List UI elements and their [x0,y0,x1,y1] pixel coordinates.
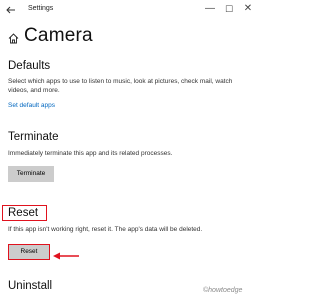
reset-heading: Reset [8,207,39,219]
terminate-button[interactable]: Terminate [8,166,54,182]
reset-button[interactable]: Reset [8,244,50,260]
minimize-button[interactable]: — [204,3,216,15]
terminate-description: Immediately terminate this app and its r… [8,150,173,157]
page-title: Camera [24,25,93,46]
uninstall-heading: Uninstall [8,280,53,292]
window-title: Settings [28,5,54,12]
set-default-apps-link[interactable]: Set default apps [8,102,55,109]
title-bar: Settings — ☐ ✕ [0,0,258,22]
terminate-heading: Terminate [8,131,59,143]
maximize-button[interactable]: ☐ [223,3,235,15]
home-icon[interactable] [8,31,19,49]
close-button[interactable]: ✕ [242,3,254,15]
defaults-heading: Defaults [8,60,51,72]
watermark: ©howtoedge [203,287,243,294]
red-arrow-annotation-icon [53,247,79,265]
defaults-description: Select which apps to use to listen to mu… [8,78,233,94]
reset-description: If this app isn't working right, reset i… [8,226,203,233]
back-arrow-icon[interactable] [6,3,18,17]
